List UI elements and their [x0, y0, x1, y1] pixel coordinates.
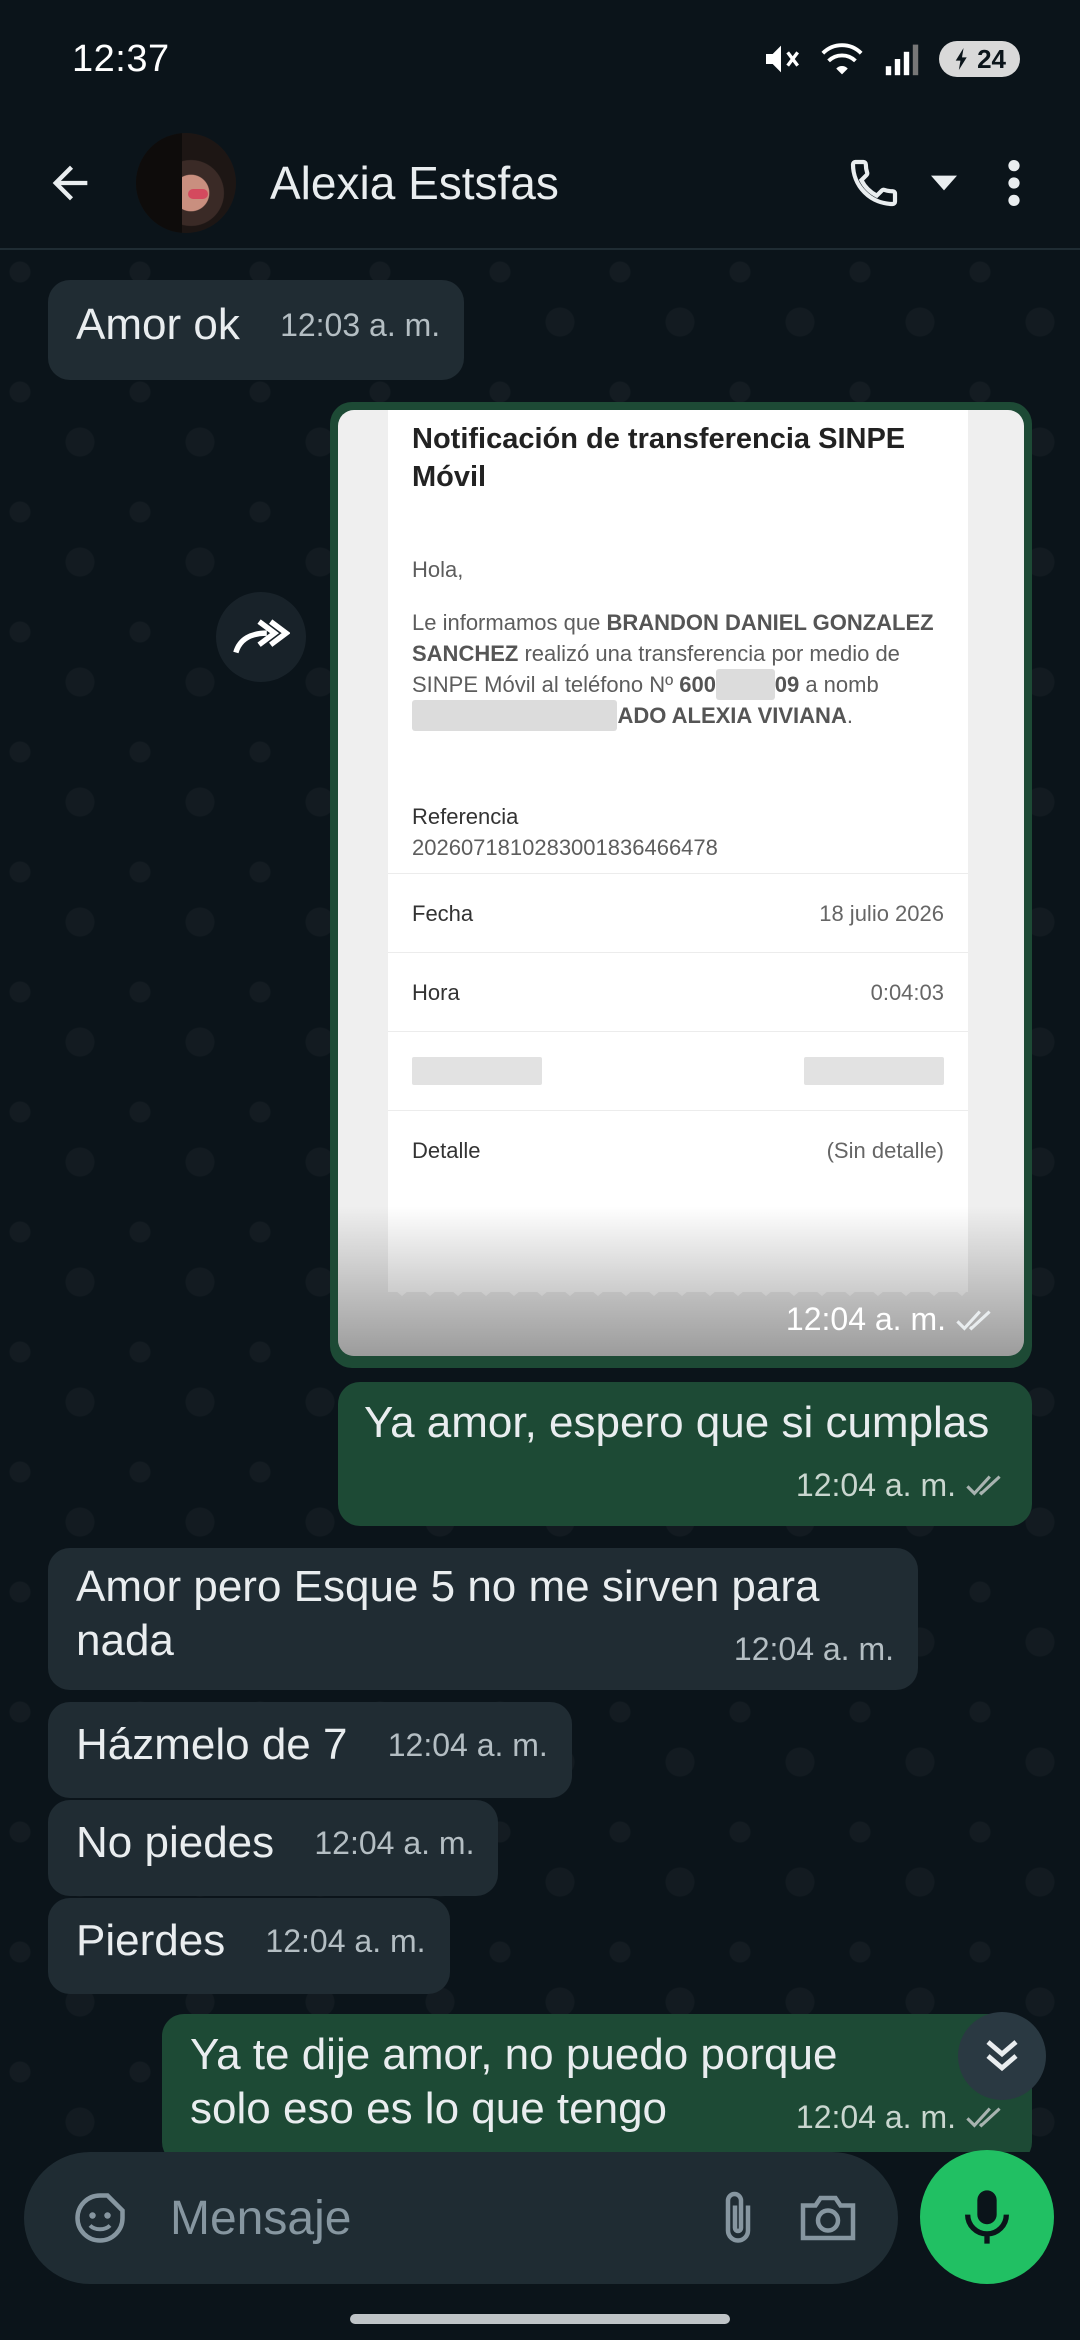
incoming-message[interactable]: Házmelo de 7 12:04 a. m. [48, 1702, 572, 1798]
row-value: 18 julio 2026 [819, 900, 944, 926]
mic-icon [965, 2190, 1009, 2244]
message-time: 12:03 a. m. [280, 307, 441, 343]
back-arrow-icon [52, 165, 88, 201]
call-button[interactable] [834, 117, 914, 249]
outgoing-image-message[interactable]: Notificación de transferencia SINPE Móvi… [330, 402, 1032, 1368]
scroll-to-bottom-button[interactable] [958, 2012, 1046, 2100]
redacted-block: XXXX [716, 669, 775, 700]
camera-button[interactable] [788, 2178, 868, 2258]
receipt-row: Fecha 18 julio 2026 [388, 873, 968, 952]
receipt-title: Notificación de transferencia SINPE Móvi… [412, 423, 906, 493]
battery-level: 24 [977, 43, 1006, 74]
back-button[interactable] [0, 117, 140, 249]
status-icons: 24 [761, 39, 1020, 79]
redacted-block: XXXXXXXXXXXXXX [412, 700, 618, 731]
avatar[interactable] [136, 133, 236, 233]
receipt-phone-end: 09 [774, 672, 800, 697]
receipt-phone-start: 600 [679, 672, 716, 697]
row-value: (Sin detalle) [826, 1137, 944, 1163]
contact-name[interactable]: Alexia Estsfas [270, 156, 559, 210]
double-check-icon [956, 1309, 991, 1331]
reference-label: Referencia [412, 804, 519, 829]
attach-icon [725, 2191, 751, 2243]
sticker-button[interactable] [60, 2178, 140, 2258]
battery-indicator: 24 [939, 41, 1020, 77]
charging-icon [955, 48, 967, 70]
message-time: 12:04 a. m. [795, 2099, 956, 2135]
chat-area[interactable]: Amor ok 12:03 a. m. Notificación de tran… [0, 252, 1080, 2152]
message-time: 12:04 a. m. [265, 1923, 426, 1959]
double-check-icon [966, 2107, 1001, 2128]
message-text: Amor ok [76, 300, 240, 349]
attach-button[interactable] [698, 2178, 778, 2258]
message-composer [24, 2152, 898, 2284]
message-time: 12:04 a. m. [785, 1301, 946, 1337]
status-time: 12:37 [72, 37, 170, 80]
call-options-button[interactable] [914, 117, 974, 249]
double-chevron-down-icon [986, 2040, 1018, 2072]
double-check-icon [966, 1475, 1001, 1496]
receipt-greeting: Hola, [412, 557, 464, 582]
reference-value: 2026071810283001836466478 [412, 835, 718, 860]
more-options-button[interactable] [974, 117, 1054, 249]
incoming-message[interactable]: Amor pero Esque 5 no me sirven para nada… [48, 1548, 918, 1690]
receipt-body: Le informamos que BRANDON DANIEL GONZALE… [412, 607, 944, 731]
message-text: Pierdes [76, 1916, 226, 1965]
avatar-hair [136, 133, 182, 233]
receipt-recipient: ADO ALEXIA VIVIANA [617, 703, 847, 728]
message-time: 12:04 a. m. [387, 1727, 548, 1763]
receipt-row-redacted [388, 1031, 968, 1110]
incoming-message[interactable]: Pierdes 12:04 a. m. [48, 1898, 450, 1994]
receipt-body-to: a nomb [805, 672, 879, 697]
forward-icon [233, 619, 290, 654]
message-time: 12:04 a. m. [314, 1825, 475, 1861]
row-value: 0:04:03 [870, 979, 944, 1005]
header-actions [834, 117, 1080, 249]
receipt-row: Detalle (Sin detalle) [388, 1110, 968, 1189]
outgoing-message[interactable]: Ya te dije amor, no puedo porque solo es… [162, 2014, 1032, 2152]
gesture-nav-bar[interactable] [350, 2314, 730, 2324]
message-time: 12:04 a. m. [795, 1467, 956, 1503]
message-input[interactable] [170, 2190, 630, 2246]
sticker-icon [75, 2193, 125, 2243]
signal-icon [885, 44, 919, 76]
receipt-row: Hora 0:04:03 [388, 952, 968, 1031]
row-label: Hora [412, 979, 460, 1005]
camera-icon [800, 2195, 856, 2241]
receipt-body-pre: Le informamos que [412, 610, 601, 635]
receipt-image[interactable]: Notificación de transferencia SINPE Móvi… [338, 410, 1024, 1356]
chevron-down-icon [931, 175, 957, 191]
outgoing-message[interactable]: Ya amor, espero que si cumplas 12:04 a. … [338, 1382, 1032, 1526]
redacted-block [412, 1057, 542, 1085]
message-time: 12:04 a. m. [733, 1631, 894, 1667]
incoming-message[interactable]: No piedes 12:04 a. m. [48, 1800, 499, 1896]
forward-button[interactable] [216, 592, 306, 682]
message-meta: 12:04 a. m. [734, 1622, 894, 1676]
status-bar: 12:37 24 [0, 0, 1080, 118]
chat-header: Alexia Estsfas [0, 118, 1080, 250]
voice-record-button[interactable] [920, 2150, 1054, 2284]
mute-icon [766, 45, 800, 73]
phone-icon [850, 159, 898, 207]
message-text: Ya amor, espero que si cumplas [364, 1398, 990, 1447]
message-meta: 12:04 a. m. [786, 1301, 998, 1338]
avatar-lips [188, 189, 208, 199]
more-vert-icon [1008, 160, 1020, 206]
incoming-message[interactable]: Amor ok 12:03 a. m. [48, 280, 465, 380]
wifi-icon [821, 43, 863, 75]
row-label: Detalle [412, 1137, 481, 1163]
receipt-card: Notificación de transferencia SINPE Móvi… [388, 410, 968, 1292]
message-text: No piedes [76, 1818, 275, 1867]
row-label: Fecha [412, 900, 474, 926]
message-meta: 12:04 a. m. [796, 1458, 1008, 1512]
message-meta: 12:04 a. m. [796, 2090, 1008, 2144]
message-text: Házmelo de 7 [76, 1720, 348, 1769]
redacted-block [804, 1057, 944, 1085]
